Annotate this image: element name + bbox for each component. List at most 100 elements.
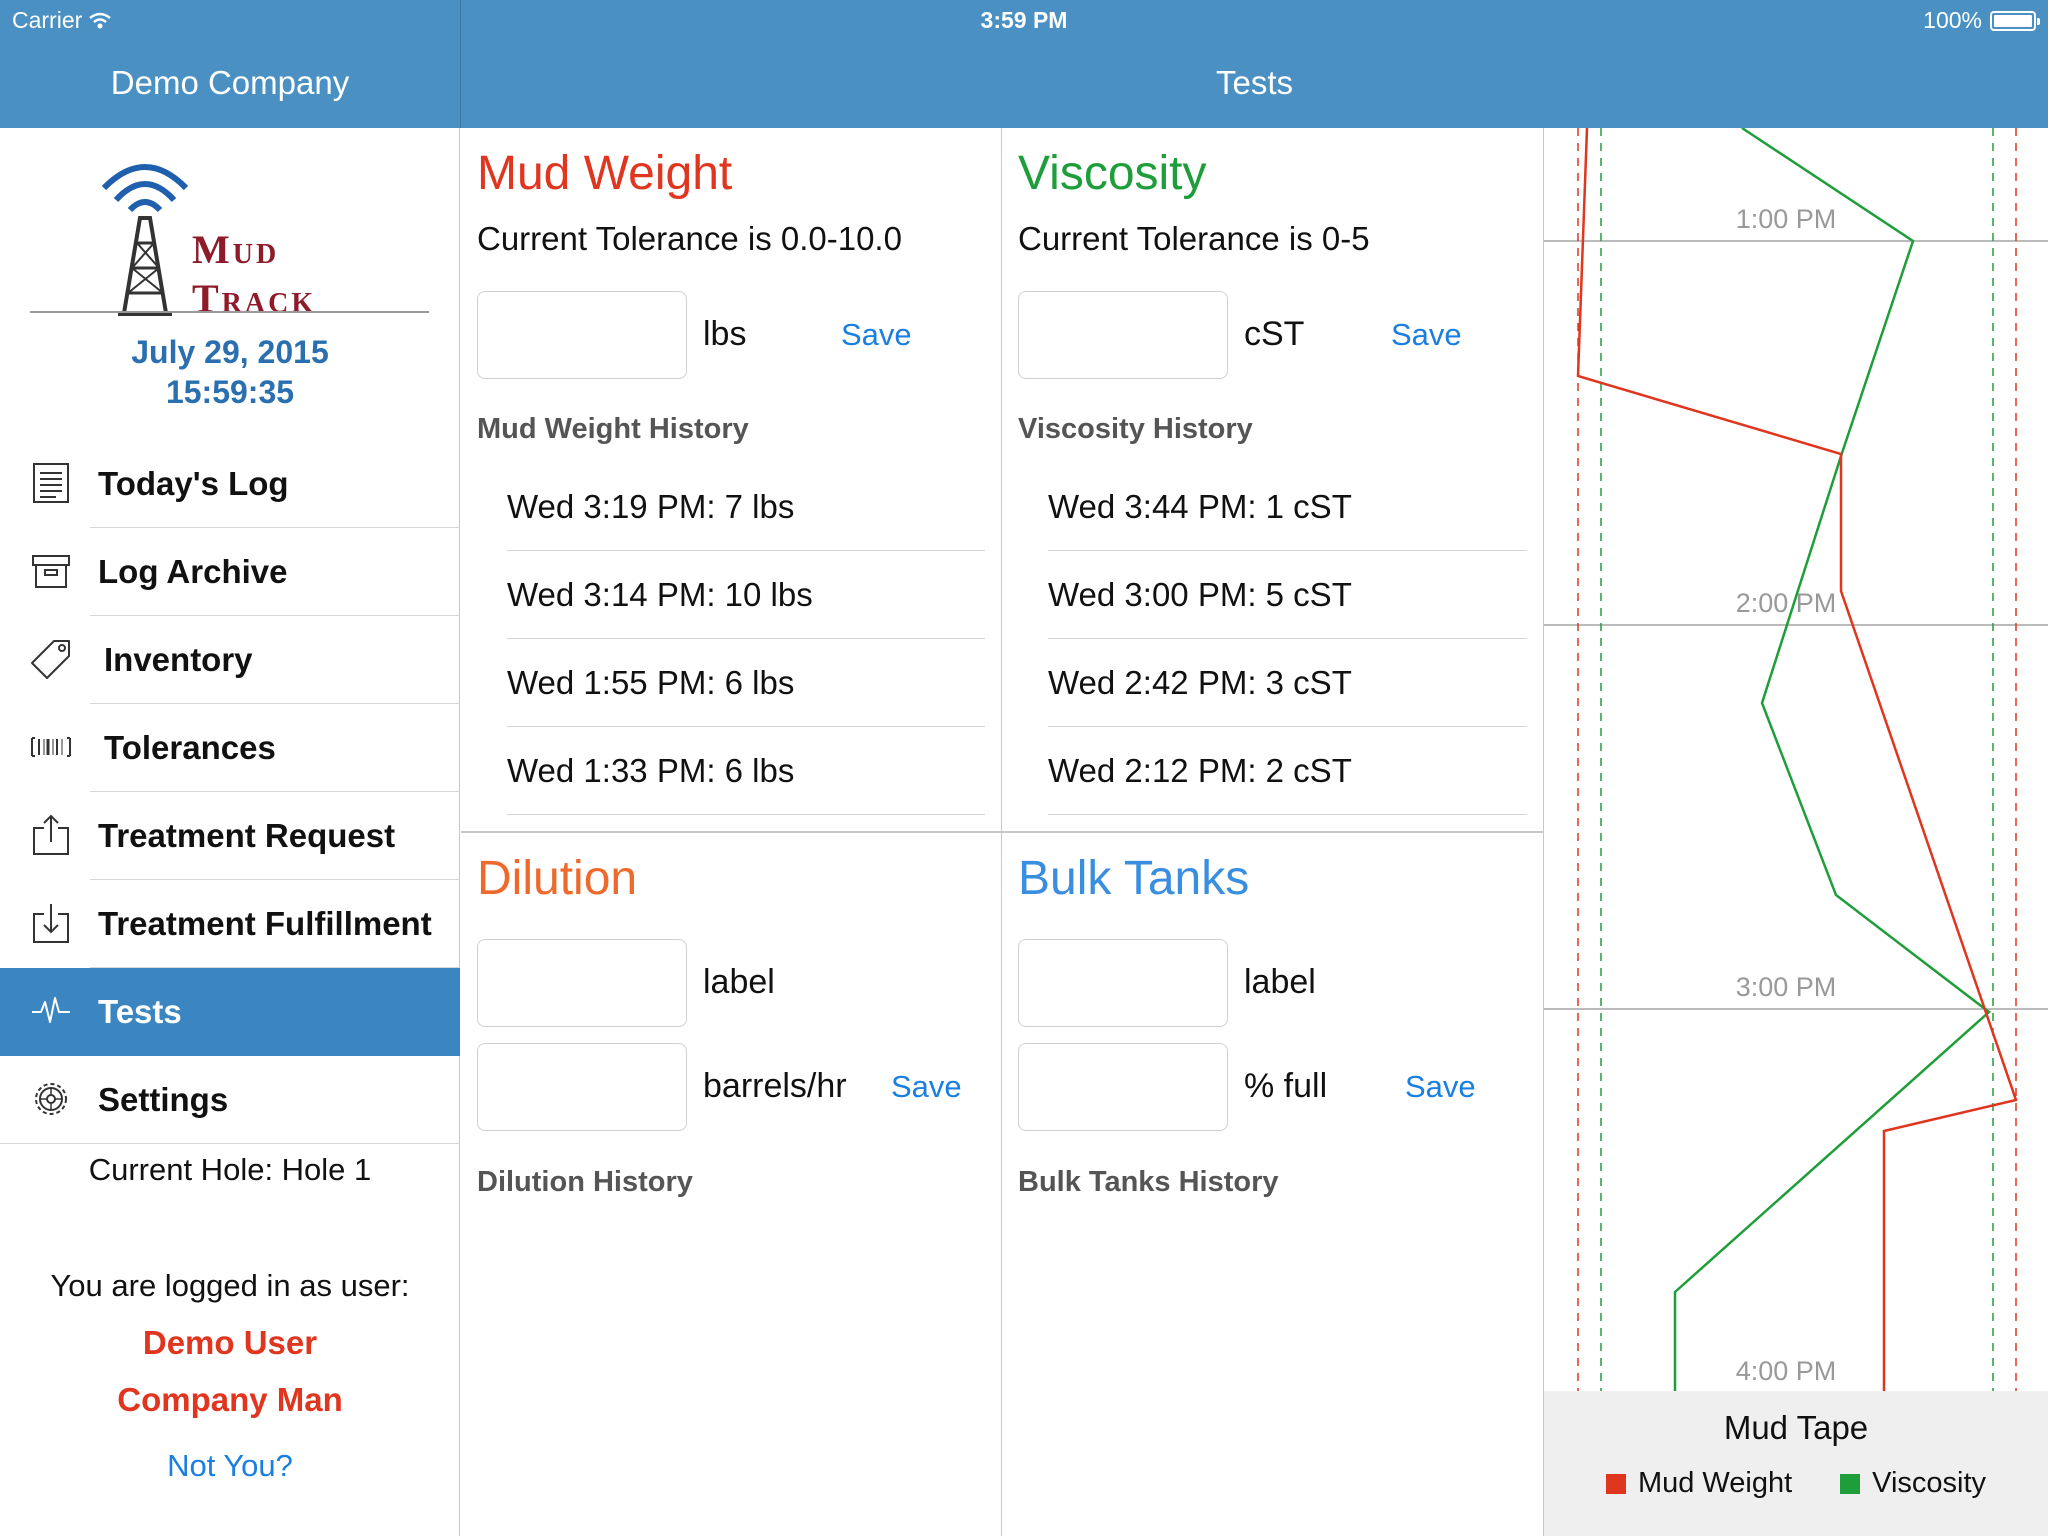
tag-icon [31,640,70,679]
mud-weight-input[interactable] [477,291,687,379]
viscosity-panel: Viscosity Current Tolerance is 0-5 cST S… [1002,128,1543,831]
dilution-title: Dilution [477,852,638,905]
status-time: 3:59 PM [980,7,1068,33]
bulk-tanks-label-unit: label [1244,963,1316,1001]
dilution-rate-input[interactable] [477,1043,687,1131]
mud-weight-unit: lbs [703,315,747,353]
history-row-text: Wed 3:19 PM: 7 lbs [507,487,795,525]
chart-legend: Mud Weight Viscosity [1544,1467,2048,1500]
viscosity-tolerance: Current Tolerance is 0-5 [1018,220,1370,257]
legend-label: Mud Weight [1637,1467,1793,1499]
current-hole: Current Hole: Hole 1 [88,1152,372,1187]
viscosity-save-button[interactable]: Save [1391,317,1462,353]
upload-icon [33,814,69,855]
sidebar: Mud Track July 29, 2015 15:59:35 Today's… [0,128,460,1536]
legend-item-viscosity: Viscosity [1840,1467,1986,1500]
history-row: Wed 2:42 PM: 3 cST [1048,639,1527,727]
mud-weight-tolerance: Current Tolerance is 0.0-10.0 [477,220,902,257]
legend-swatch-mud-weight [1605,1473,1626,1494]
current-date: July 29, 2015 [131,334,329,370]
sidebar-item-treatment-request[interactable]: Treatment Request [0,792,460,880]
bulk-tanks-history-title: Bulk Tanks History [1018,1166,1279,1198]
history-row: Wed 1:33 PM: 6 lbs [507,727,985,815]
bulk-tanks-percent-unit: % full [1244,1067,1328,1105]
viscosity-unit: cST [1244,315,1305,353]
history-row: Wed 3:00 PM: 5 cST [1048,551,1527,639]
sidebar-item-settings[interactable]: Settings [0,1056,460,1144]
sidebar-item-label: Today's Log [98,465,289,502]
history-row: Wed 2:12 PM: 2 cST [1048,727,1527,815]
dilution-save-button[interactable]: Save [891,1069,962,1105]
sidebar-item-label: Treatment Fulfillment [98,905,432,942]
bulk-tanks-save-button[interactable]: Save [1405,1069,1476,1105]
logo-divider [30,311,429,313]
mud-weight-panel: Mud Weight Current Tolerance is 0.0-10.0… [461,128,1001,831]
legend-label: Viscosity [1872,1467,1987,1499]
menu-separator [0,1143,460,1144]
status-bar: Carrier 3:59 PM 100% [0,0,2048,40]
viscosity-series-line [1673,128,1991,1391]
history-row-text: Wed 1:55 PM: 6 lbs [507,663,795,701]
history-row: Wed 3:14 PM: 10 lbs [507,551,985,639]
sidebar-item-label: Settings [98,1081,229,1118]
document-icon [33,463,69,503]
sidebar-item-treatment-fulfillment[interactable]: Treatment Fulfillment [0,880,460,968]
battery-icon [1990,10,2040,31]
history-row-text: Wed 2:42 PM: 3 cST [1048,663,1352,701]
legend-item-mud-weight: Mud Weight [1605,1467,1793,1500]
dilution-history-title: Dilution History [477,1166,693,1198]
history-row-text: Wed 3:14 PM: 10 lbs [507,575,813,613]
sidebar-item-label: Treatment Request [98,817,396,854]
history-row: Wed 1:55 PM: 6 lbs [507,639,985,727]
legend-swatch-viscosity [1840,1473,1861,1494]
dilution-label-unit: label [703,963,775,1001]
current-time: 15:59:35 [165,374,295,410]
bulk-tanks-percent-input[interactable] [1018,1043,1228,1131]
pulse-icon [32,997,70,1023]
bulk-tanks-panel: Bulk Tanks label % full Save Bulk Tanks … [1002,833,1543,1536]
battery-percent: 100% [1923,7,1982,33]
time-label: 3:00 PM [1736,972,1837,1002]
history-row-text: Wed 3:44 PM: 1 cST [1048,487,1352,525]
time-label: 2:00 PM [1736,588,1837,618]
dilution-label-input[interactable] [477,939,687,1027]
user-role: Company Man [117,1381,343,1418]
mud-tape-footer: Mud Tape Mud Weight Viscosity [1544,1391,2048,1536]
mud-weight-save-button[interactable]: Save [841,317,912,353]
barcode-icon [31,737,71,757]
archive-box-icon [32,555,70,588]
battery-indicator: 100% [1923,7,2040,34]
sidebar-item-label: Tolerances [104,729,276,766]
sidebar-item-inventory[interactable]: Inventory [0,616,460,704]
viscosity-history-title: Viscosity History [1018,413,1253,445]
mud-weight-title: Mud Weight [477,147,733,200]
user-name: Demo User [142,1324,318,1361]
page-title: Tests [1215,64,1294,101]
dilution-panel: Dilution label barrels/hr Save Dilution … [461,833,1001,1536]
history-row-text: Wed 1:33 PM: 6 lbs [507,751,795,789]
sidebar-item-todays-log[interactable]: Today's Log [0,440,460,528]
mud-weight-series-line [1576,128,2018,1391]
time-label: 4:00 PM [1736,1356,1837,1386]
sidebar-menu: Today's Log Log Archive Inventory Tolera… [0,440,460,1144]
sidebar-item-tests[interactable]: Tests [0,968,460,1056]
logged-in-text: You are logged in as user: [50,1268,410,1303]
history-row-text: Wed 2:12 PM: 2 cST [1048,751,1352,789]
mud-tape-title: Mud Tape [1723,1409,1869,1446]
bulk-tanks-label-input[interactable] [1018,939,1228,1027]
time-label: 1:00 PM [1736,204,1837,234]
viscosity-title: Viscosity [1018,147,1207,200]
dilution-rate-unit: barrels/hr [703,1067,847,1105]
mud-tape-chart[interactable]: 1:00 PM 2:00 PM 3:00 PM 4:00 PM [1544,128,2048,1391]
bulk-tanks-title: Bulk Tanks [1018,852,1250,905]
mud-weight-history-title: Mud Weight History [477,413,749,445]
viscosity-input[interactable] [1018,291,1228,379]
history-row: Wed 3:19 PM: 7 lbs [507,463,985,551]
not-you-link[interactable]: Not You? [0,1448,460,1484]
sidebar-item-log-archive[interactable]: Log Archive [0,528,460,616]
mud-track-logo: Mud Track [101,164,313,318]
download-icon [33,904,69,943]
history-row: Wed 3:44 PM: 1 cST [1048,463,1527,551]
sidebar-item-label: Tests [98,993,182,1030]
sidebar-item-tolerances[interactable]: Tolerances [0,704,460,792]
